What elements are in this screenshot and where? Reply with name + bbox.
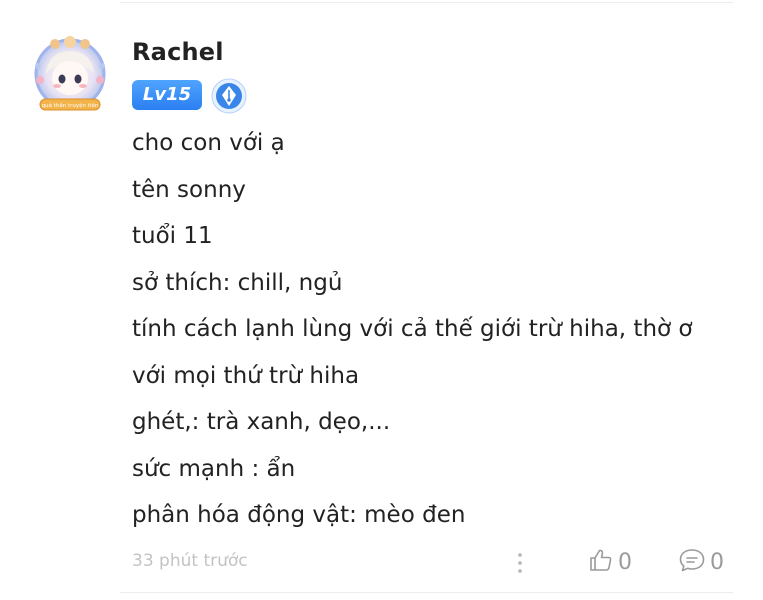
comment-line: sở thích: chill, ngủ: [132, 269, 343, 296]
comment-line: ghét,: trà xanh, dẹo,...: [132, 409, 391, 435]
comment-line: tên sonny: [132, 176, 246, 203]
reply-button[interactable]: 0: [678, 547, 724, 577]
user-avatar[interactable]: quả thần truyện tiên: [30, 36, 110, 116]
avatar-banner-text: quả thần truyện tiên: [42, 101, 99, 109]
comment-bubble-icon: [678, 547, 706, 577]
bottom-divider: [120, 592, 733, 593]
comment-timestamp: 33 phút trước: [132, 551, 248, 571]
top-divider: [120, 2, 733, 3]
like-count: 0: [618, 549, 632, 575]
comment-line: phân hóa động vật: mèo đen: [132, 502, 466, 528]
comment-body: cho con với ạ tên sonny tuổi 11 sở thích…: [132, 120, 732, 539]
username[interactable]: Rachel: [132, 38, 224, 66]
comment-line: với mọi thứ trừ hiha: [132, 362, 360, 389]
fountain-pen-badge-icon: [211, 78, 247, 114]
comment-line: tính cách lạnh lùng với cả thế giới trừ …: [132, 316, 693, 342]
avatar-image: quả thần truyện tiên: [34, 36, 106, 111]
level-badge: Lv15: [132, 80, 202, 110]
comment-line: tuổi 11: [132, 223, 213, 249]
comment-line: sức mạnh : ẩn: [132, 455, 296, 482]
more-vertical-icon[interactable]: [512, 550, 528, 576]
comment-line: cho con với ạ: [132, 130, 285, 156]
like-button[interactable]: 0: [588, 547, 632, 577]
thumbs-up-icon: [588, 547, 614, 577]
reply-count: 0: [710, 549, 724, 575]
